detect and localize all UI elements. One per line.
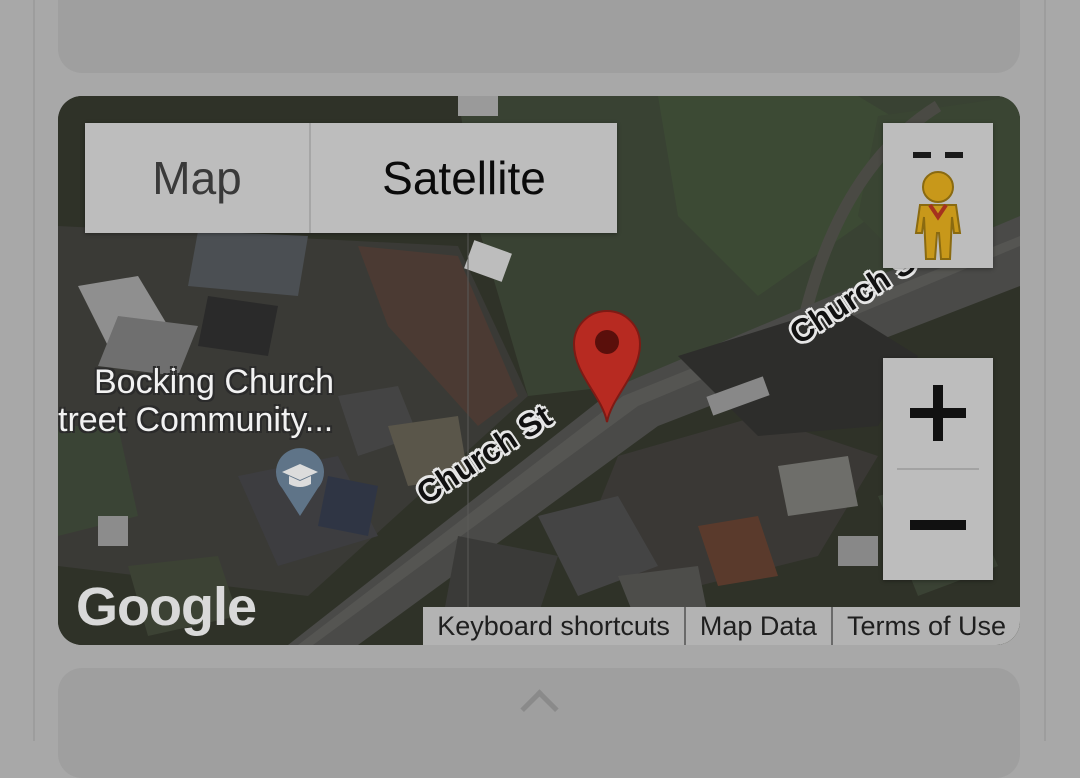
top-card bbox=[58, 0, 1020, 73]
zoom-out-button[interactable] bbox=[883, 470, 993, 580]
zoom-out-icon bbox=[910, 520, 966, 530]
street-view-pegman-button[interactable] bbox=[883, 123, 993, 268]
zoom-in-icon bbox=[910, 385, 966, 441]
map-type-map-button[interactable]: Map bbox=[85, 123, 311, 233]
left-divider bbox=[33, 0, 35, 741]
map-marker-icon[interactable] bbox=[568, 304, 646, 424]
pegman-icon bbox=[914, 171, 962, 260]
school-icon[interactable] bbox=[274, 448, 326, 518]
map-view[interactable]: Bocking Church treet Community... Church… bbox=[58, 96, 1020, 645]
map-type-satellite-button[interactable]: Satellite bbox=[311, 123, 617, 233]
terms-of-use-link[interactable]: Terms of Use bbox=[833, 607, 1020, 645]
map-data-link[interactable]: Map Data bbox=[686, 607, 831, 645]
map-attribution-bar: Keyboard shortcuts Map Data Terms of Use bbox=[423, 607, 1020, 645]
map-type-control: Map Satellite bbox=[85, 123, 617, 233]
google-logo: Google bbox=[76, 577, 257, 637]
poi-label-line2[interactable]: treet Community... bbox=[58, 401, 333, 440]
right-divider bbox=[1044, 0, 1046, 741]
poi-label-line1[interactable]: Bocking Church bbox=[94, 363, 334, 402]
zoom-in-button[interactable] bbox=[883, 358, 993, 468]
keyboard-shortcuts-link[interactable]: Keyboard shortcuts bbox=[423, 607, 684, 645]
zoom-control bbox=[883, 358, 993, 580]
pegman-top-dashes bbox=[913, 152, 963, 158]
